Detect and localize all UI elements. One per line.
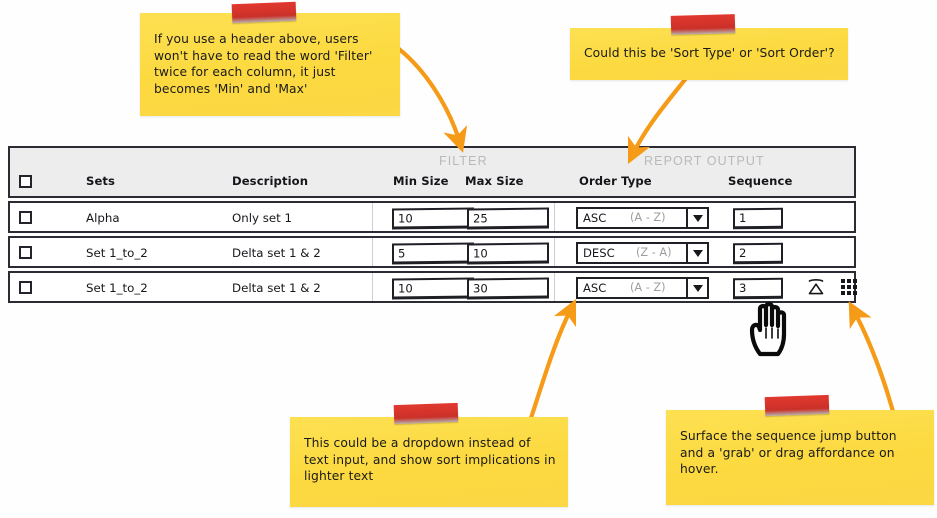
cell-description: Only set 1 xyxy=(232,211,293,225)
cell-description: Delta set 1 & 2 xyxy=(232,281,321,295)
tape-note-dropdown xyxy=(393,402,459,425)
sticky-note-filter-header-text: If you use a header above, users won't h… xyxy=(154,32,373,96)
tape-note-sort-type xyxy=(670,14,736,35)
column-header-sets[interactable]: Sets xyxy=(86,174,115,188)
sequence-value: 1 xyxy=(739,211,747,226)
sticky-note-dropdown[interactable]: This could be a dropdown instead of text… xyxy=(290,417,568,507)
cell-description: Delta set 1 & 2 xyxy=(232,246,321,260)
min-size-input[interactable]: 10 xyxy=(392,207,474,230)
row-hover-actions xyxy=(806,277,858,297)
sequence-input[interactable]: 1 xyxy=(733,207,783,230)
column-divider xyxy=(372,273,373,301)
annotated-wireframe-canvas: If you use a header above, users won't h… xyxy=(0,0,937,518)
sticky-note-filter-header[interactable]: If you use a header above, users won't h… xyxy=(140,13,400,116)
min-size-value: 10 xyxy=(398,211,413,226)
arrow-to-report-output-group xyxy=(627,65,697,165)
sequence-jump-icon[interactable] xyxy=(806,277,826,297)
order-type-select[interactable]: ASC (A - Z) xyxy=(576,277,709,299)
sequence-value: 2 xyxy=(739,246,747,261)
group-header-report-output: REPORT OUTPUT xyxy=(644,154,765,168)
pointing-hand-cursor xyxy=(749,301,787,357)
order-type-hint: (A - Z) xyxy=(630,281,666,294)
order-type-value: ASC xyxy=(583,281,607,295)
column-divider xyxy=(554,273,555,301)
column-header-min-size[interactable]: Min Size xyxy=(393,174,449,188)
column-divider xyxy=(554,238,555,266)
sticky-note-dropdown-text: This could be a dropdown instead of text… xyxy=(304,436,556,483)
order-type-select[interactable]: ASC (A - Z) xyxy=(576,207,709,229)
sticky-note-sequence-jump[interactable]: Surface the sequence jump button and a '… xyxy=(666,410,934,505)
order-type-hint: (Z - A) xyxy=(636,246,672,259)
row-select-checkbox[interactable] xyxy=(19,246,32,259)
sticky-note-sort-type-text: Could this be 'Sort Type' or 'Sort Order… xyxy=(584,46,835,60)
report-configuration-table: FILTER REPORT OUTPUT Sets Description Mi… xyxy=(8,146,858,303)
tape-note-sequence-jump xyxy=(764,394,830,417)
column-divider xyxy=(554,203,555,231)
max-size-input[interactable]: 10 xyxy=(467,242,549,265)
sequence-input[interactable]: 2 xyxy=(733,242,783,265)
arrow-to-filter-group xyxy=(396,46,468,153)
order-type-select[interactable]: DESC (Z - A) xyxy=(576,242,709,264)
group-header-filter: FILTER xyxy=(439,154,488,168)
max-size-value: 30 xyxy=(473,281,488,296)
order-type-value: ASC xyxy=(583,211,607,225)
min-size-value: 5 xyxy=(398,246,406,261)
min-size-value: 10 xyxy=(398,281,413,296)
chevron-down-icon[interactable] xyxy=(686,279,707,297)
cell-sets: Set 1_to_2 xyxy=(86,281,148,295)
sequence-value: 3 xyxy=(739,281,747,296)
column-divider xyxy=(372,238,373,266)
column-header-sequence[interactable]: Sequence xyxy=(728,174,792,188)
column-header-description[interactable]: Description xyxy=(232,174,308,188)
table-header-row: FILTER REPORT OUTPUT Sets Description Mi… xyxy=(8,146,856,198)
order-type-hint: (A - Z) xyxy=(630,211,666,224)
select-all-checkbox[interactable] xyxy=(19,175,32,188)
max-size-value: 10 xyxy=(473,246,488,261)
cell-sets: Set 1_to_2 xyxy=(86,246,148,260)
order-type-value: DESC xyxy=(583,246,615,260)
max-size-value: 25 xyxy=(473,211,488,226)
chevron-down-icon[interactable] xyxy=(686,209,707,227)
column-header-order-type[interactable]: Order Type xyxy=(579,174,652,188)
max-size-input[interactable]: 30 xyxy=(467,277,549,300)
table-row[interactable]: Set 1_to_2 Delta set 1 & 2 10 30 ASC (A … xyxy=(8,271,858,303)
table-row[interactable]: Set 1_to_2 Delta set 1 & 2 5 10 DESC (Z … xyxy=(8,236,856,268)
chevron-down-icon[interactable] xyxy=(686,244,707,262)
drag-grab-handle-icon[interactable] xyxy=(840,278,858,296)
arrow-to-order-type-cell xyxy=(526,298,577,427)
sequence-input[interactable]: 3 xyxy=(733,277,783,300)
min-size-input[interactable]: 5 xyxy=(392,242,474,265)
column-divider xyxy=(372,203,373,231)
tape-note-filter-header xyxy=(231,1,297,24)
cell-sets: Alpha xyxy=(86,211,120,225)
sticky-note-sequence-jump-text: Surface the sequence jump button and a '… xyxy=(680,429,897,476)
table-row[interactable]: Alpha Only set 1 10 25 ASC (A - Z) 1 xyxy=(8,201,856,233)
max-size-input[interactable]: 25 xyxy=(467,207,549,230)
row-select-checkbox[interactable] xyxy=(19,211,32,224)
row-select-checkbox[interactable] xyxy=(19,281,32,294)
sticky-note-sort-type[interactable]: Could this be 'Sort Type' or 'Sort Order… xyxy=(570,28,848,80)
min-size-input[interactable]: 10 xyxy=(392,277,474,300)
column-header-max-size[interactable]: Max Size xyxy=(465,174,524,188)
